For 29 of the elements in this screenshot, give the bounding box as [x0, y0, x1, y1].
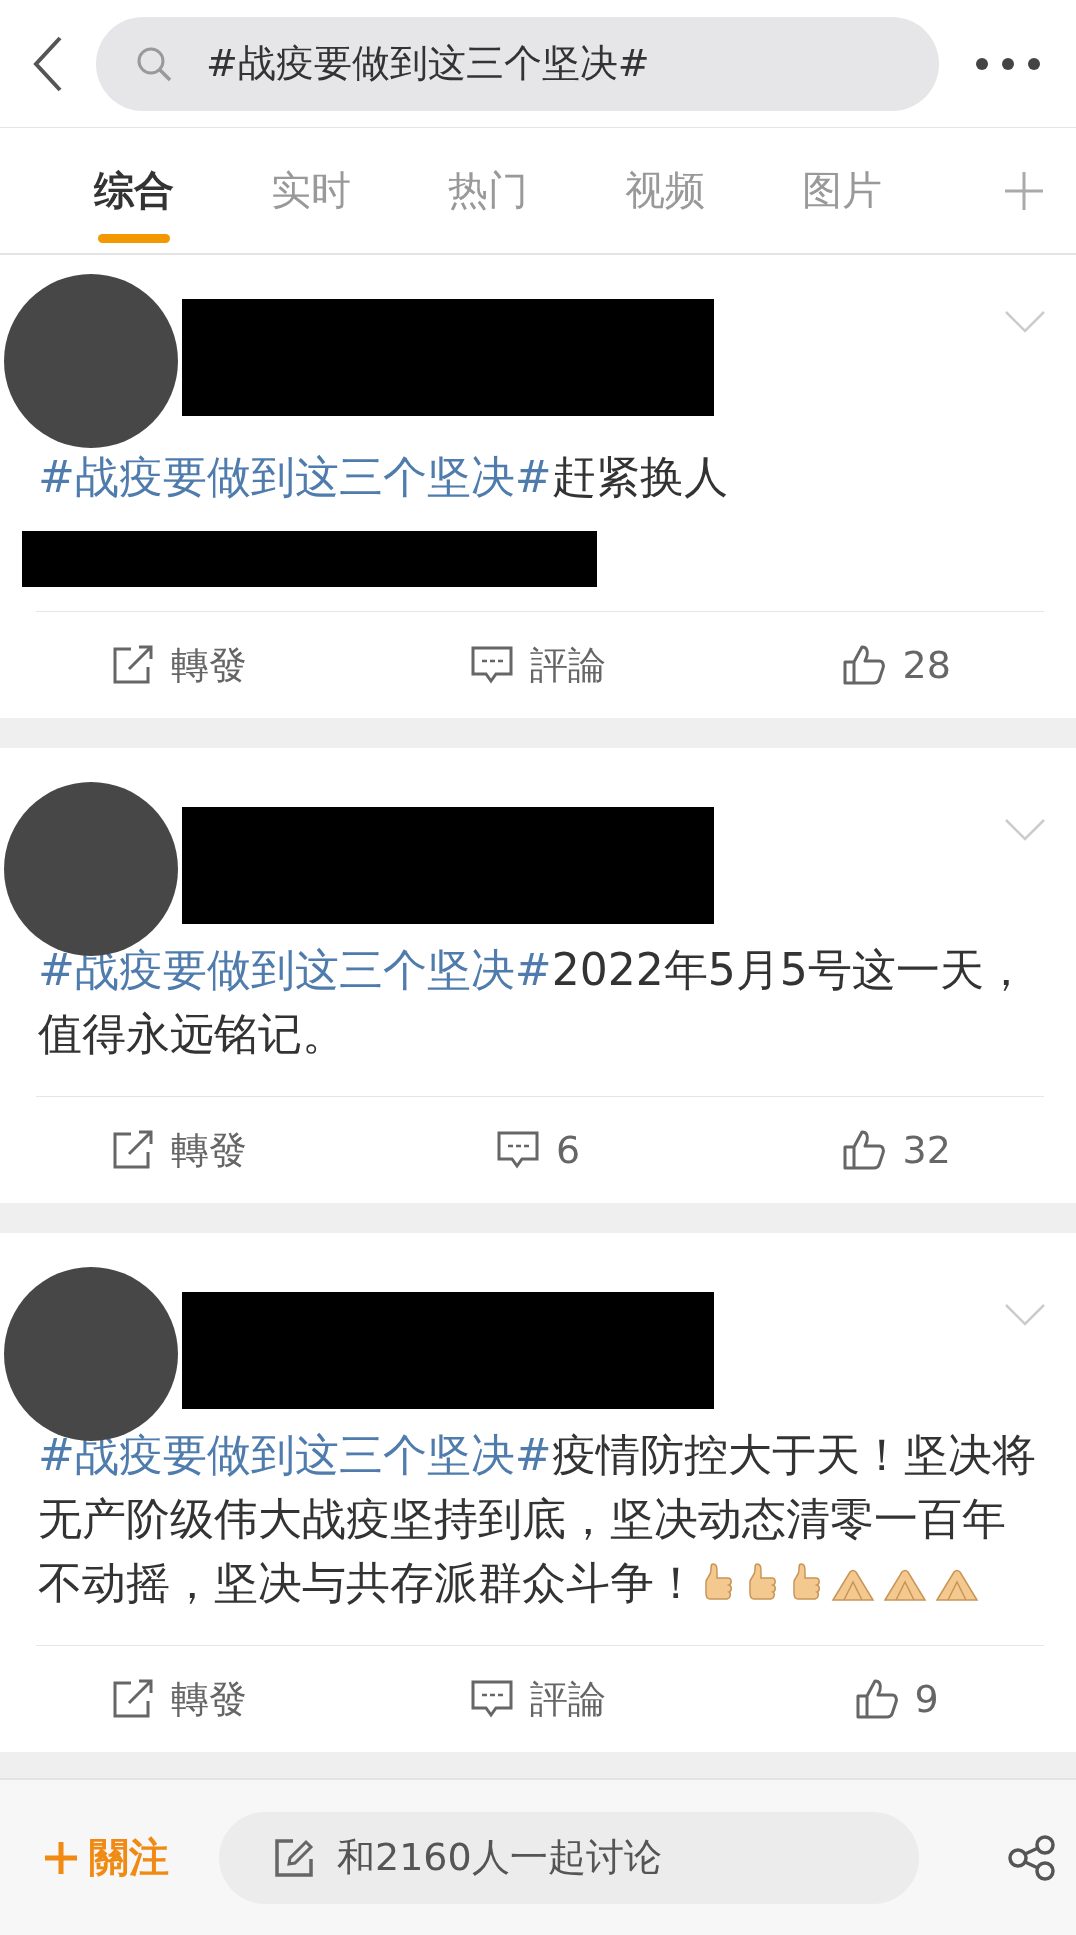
edit-icon [273, 1836, 315, 1879]
thumbs-up-icon [842, 644, 887, 686]
share-icon [111, 645, 156, 685]
like-button[interactable]: 9 [854, 1677, 939, 1721]
thumbs-up-icon [842, 1129, 887, 1171]
comment-button[interactable]: 6 [495, 1128, 581, 1172]
comment-icon [495, 1130, 540, 1170]
comment-button[interactable]: 評論 [470, 639, 606, 691]
comment-icon [470, 645, 514, 685]
comment-button[interactable]: 評論 [470, 1673, 606, 1725]
like-button[interactable]: 28 [842, 643, 951, 687]
repost-button[interactable]: 轉發 [111, 1673, 248, 1725]
like-button[interactable]: 32 [842, 1128, 951, 1172]
tab[interactable]: 综合 [45, 166, 222, 243]
share-icon[interactable] [1007, 1834, 1057, 1881]
avatar[interactable] [4, 274, 178, 448]
share-icon [111, 1679, 156, 1719]
comment-icon [470, 1679, 514, 1719]
hashtag-link[interactable]: #战疫要做到这三个坚决# [38, 451, 552, 502]
plus-icon [43, 1839, 79, 1876]
thumbs-up-icon [854, 1678, 899, 1720]
discussion-field[interactable]: 和2160人一起讨论 [219, 1811, 919, 1904]
search-field[interactable]: #战疫要做到这三个坚决# [96, 16, 939, 111]
more-icon[interactable] [975, 56, 1041, 71]
post-text: #战疫要做到这三个坚决#赶紧换人 [37, 450, 729, 504]
repost-button[interactable]: 轉發 [111, 1124, 248, 1176]
discussion-placeholder: 和2160人一起讨论 [337, 1834, 662, 1881]
share-icon [111, 1130, 156, 1170]
repost-button[interactable]: 轉發 [111, 639, 248, 691]
